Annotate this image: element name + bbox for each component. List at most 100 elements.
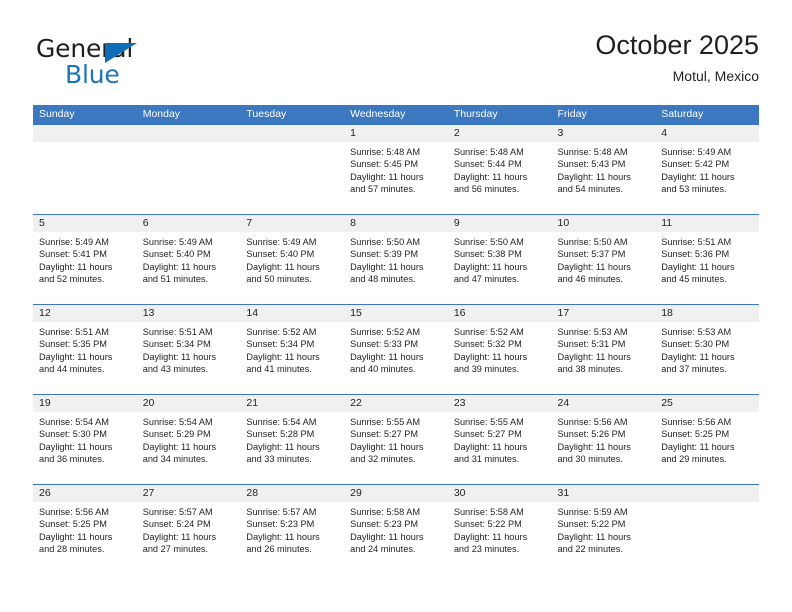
daylight-text-line1: Daylight: 11 hours — [350, 261, 424, 272]
day-details: Sunrise: 5:50 AM Sunset: 5:39 PM Daylight:… — [344, 232, 448, 286]
day-cell-25[interactable]: 25 Sunrise: 5:56 AM Sunset: 5:25 PM Dayligh… — [655, 395, 759, 484]
daylight-text-line1: Daylight: 11 hours — [142, 261, 217, 272]
daylight-text-line2: and 48 minutes. — [350, 274, 416, 285]
day-cell-21[interactable]: 21 Sunrise: 5:54 AM Sunset: 5:28 PM Dayligh… — [240, 395, 345, 484]
sunset-text: Sunset: 5:27 PM — [350, 429, 419, 440]
title-block: October 2025 Motul, Mexico — [595, 28, 759, 87]
calendar-page: General Blue October 2025 Motul, Mexico … — [0, 0, 792, 612]
day-cell-30[interactable]: 30 Sunrise: 5:58 AM Sunset: 5:22 PM Dayligh… — [447, 485, 552, 574]
day-number: 23 — [447, 395, 552, 412]
day-cell-3[interactable]: 3 Sunrise: 5:48 AM Sunset: 5:43 PM Daylight… — [551, 125, 656, 214]
day-details: Sunrise: 5:49 AM Sunset: 5:40 PM Daylight:… — [240, 232, 344, 286]
sunset-text: Sunset: 5:44 PM — [453, 159, 522, 170]
calendar-week-row: 26 Sunrise: 5:56 AM Sunset: 5:25 PM Dayligh… — [33, 484, 759, 574]
sunset-text: Sunset: 5:35 PM — [39, 339, 107, 350]
daylight-text-line1: Daylight: 11 hours — [142, 351, 217, 362]
sunrise-text: Sunrise: 5:57 AM — [142, 507, 213, 517]
day-cell-29[interactable]: 29 Sunrise: 5:58 AM Sunset: 5:23 PM Dayligh… — [344, 485, 448, 574]
day-details: Sunrise: 5:56 AM Sunset: 5:26 PM Daylight:… — [552, 412, 656, 466]
weekday-header-saturday: Saturday — [661, 108, 704, 120]
day-cell-9[interactable]: 9 Sunrise: 5:50 AM Sunset: 5:38 PM Daylight… — [447, 215, 552, 304]
day-details: Sunrise: 5:49 AM Sunset: 5:41 PM Daylight:… — [33, 232, 137, 286]
daylight-text-line2: and 34 minutes. — [142, 454, 209, 465]
day-cell-6[interactable]: 6 Sunrise: 5:49 AM Sunset: 5:40 PM Daylight… — [136, 215, 241, 304]
sunset-text: Sunset: 5:29 PM — [142, 429, 211, 440]
day-cell-24[interactable]: 24 Sunrise: 5:56 AM Sunset: 5:26 PM Dayligh… — [551, 395, 656, 484]
day-cell-empty — [240, 125, 345, 214]
day-cell-31[interactable]: 31 Sunrise: 5:59 AM Sunset: 5:22 PM Dayligh… — [551, 485, 656, 574]
sunrise-text: Sunrise: 5:57 AM — [246, 507, 317, 517]
day-cell-17[interactable]: 17 Sunrise: 5:53 AM Sunset: 5:31 PM Dayligh… — [551, 305, 656, 394]
day-cell-16[interactable]: 16 Sunrise: 5:52 AM Sunset: 5:32 PM Dayligh… — [447, 305, 552, 394]
day-details: Sunrise: 5:56 AM Sunset: 5:25 PM Daylight:… — [655, 412, 759, 466]
sunset-text: Sunset: 5:33 PM — [350, 339, 419, 350]
day-cell-22[interactable]: 22 Sunrise: 5:55 AM Sunset: 5:27 PM Dayligh… — [344, 395, 448, 484]
day-number: 11 — [655, 215, 759, 232]
day-details: Sunrise: 5:54 AM Sunset: 5:29 PM Daylight:… — [137, 412, 241, 466]
day-cell-15[interactable]: 15 Sunrise: 5:52 AM Sunset: 5:33 PM Dayligh… — [344, 305, 448, 394]
daylight-text-line1: Daylight: 11 hours — [453, 441, 528, 452]
daylight-text-line1: Daylight: 11 hours — [453, 351, 528, 362]
day-details: Sunrise: 5:51 AM Sunset: 5:35 PM Daylight:… — [33, 322, 137, 376]
day-cell-28[interactable]: 28 Sunrise: 5:57 AM Sunset: 5:23 PM Dayligh… — [240, 485, 345, 574]
day-number: 18 — [655, 305, 759, 322]
day-details: Sunrise: 5:53 AM Sunset: 5:31 PM Daylight:… — [552, 322, 656, 376]
daylight-text-line2: and 53 minutes. — [661, 184, 727, 195]
day-cell-2[interactable]: 2 Sunrise: 5:48 AM Sunset: 5:44 PM Daylight… — [447, 125, 552, 214]
day-cell-4[interactable]: 4 Sunrise: 5:49 AM Sunset: 5:42 PM Daylight… — [655, 125, 759, 214]
day-number: 5 — [33, 215, 137, 232]
day-cell-5[interactable]: 5 Sunrise: 5:49 AM Sunset: 5:41 PM Daylight… — [33, 215, 137, 304]
day-cell-18[interactable]: 18 Sunrise: 5:53 AM Sunset: 5:30 PM Dayligh… — [655, 305, 759, 394]
day-cell-8[interactable]: 8 Sunrise: 5:50 AM Sunset: 5:39 PM Daylight… — [344, 215, 448, 304]
day-details: Sunrise: 5:50 AM Sunset: 5:37 PM Daylight:… — [552, 232, 656, 286]
daylight-text-line2: and 29 minutes. — [661, 454, 727, 465]
daylight-text-line1: Daylight: 11 hours — [350, 531, 424, 542]
day-cell-23[interactable]: 23 Sunrise: 5:55 AM Sunset: 5:27 PM Dayligh… — [447, 395, 552, 484]
day-number: 9 — [447, 215, 552, 232]
day-cell-26[interactable]: 26 Sunrise: 5:56 AM Sunset: 5:25 PM Dayligh… — [33, 485, 137, 574]
sunset-text: Sunset: 5:24 PM — [142, 519, 211, 530]
sunset-text: Sunset: 5:42 PM — [661, 159, 730, 170]
day-details: Sunrise: 5:57 AM Sunset: 5:24 PM Daylight:… — [137, 502, 241, 556]
sunset-text: Sunset: 5:22 PM — [453, 519, 522, 530]
daylight-text-line1: Daylight: 11 hours — [453, 171, 528, 182]
day-cell-7[interactable]: 7 Sunrise: 5:49 AM Sunset: 5:40 PM Daylight… — [240, 215, 345, 304]
day-cell-14[interactable]: 14 Sunrise: 5:52 AM Sunset: 5:34 PM Dayligh… — [240, 305, 345, 394]
sunset-text: Sunset: 5:30 PM — [39, 429, 107, 440]
day-cell-27[interactable]: 27 Sunrise: 5:57 AM Sunset: 5:24 PM Dayligh… — [136, 485, 241, 574]
daylight-text-line2: and 30 minutes. — [557, 454, 623, 465]
day-cell-20[interactable]: 20 Sunrise: 5:54 AM Sunset: 5:29 PM Dayligh… — [136, 395, 241, 484]
day-cell-10[interactable]: 10 Sunrise: 5:50 AM Sunset: 5:37 PM Dayligh… — [551, 215, 656, 304]
day-number: 6 — [136, 215, 241, 232]
sunrise-text: Sunrise: 5:51 AM — [142, 327, 213, 337]
day-cell-11[interactable]: 11 Sunrise: 5:51 AM Sunset: 5:36 PM Dayligh… — [655, 215, 759, 304]
day-details: Sunrise: 5:48 AM Sunset: 5:45 PM Daylight:… — [344, 142, 448, 196]
day-details: Sunrise: 5:48 AM Sunset: 5:43 PM Daylight:… — [552, 142, 656, 196]
sunrise-text: Sunrise: 5:48 AM — [350, 147, 421, 157]
day-details: Sunrise: 5:58 AM Sunset: 5:22 PM Daylight:… — [448, 502, 552, 556]
sunrise-text: Sunrise: 5:52 AM — [350, 327, 421, 337]
daylight-text-line2: and 56 minutes. — [453, 184, 520, 195]
daylight-text-line1: Daylight: 11 hours — [661, 351, 735, 362]
general-blue-logo[interactable]: General Blue — [36, 34, 266, 92]
day-details: Sunrise: 5:52 AM Sunset: 5:34 PM Daylight:… — [240, 322, 344, 376]
day-number: 2 — [447, 125, 552, 142]
day-cell-19[interactable]: 19 Sunrise: 5:54 AM Sunset: 5:30 PM Dayligh… — [33, 395, 137, 484]
sunrise-text: Sunrise: 5:59 AM — [557, 507, 628, 517]
day-details: Sunrise: 5:56 AM Sunset: 5:25 PM Daylight:… — [33, 502, 137, 556]
sunrise-text: Sunrise: 5:49 AM — [246, 237, 317, 247]
day-cell-13[interactable]: 13 Sunrise: 5:51 AM Sunset: 5:34 PM Dayligh… — [136, 305, 241, 394]
sunset-text: Sunset: 5:25 PM — [661, 429, 730, 440]
day-cell-12[interactable]: 12 Sunrise: 5:51 AM Sunset: 5:35 PM Dayligh… — [33, 305, 137, 394]
day-number: 26 — [33, 485, 137, 502]
sunrise-text: Sunrise: 5:48 AM — [557, 147, 628, 157]
sunrise-text: Sunrise: 5:56 AM — [557, 417, 628, 427]
daylight-text-line2: and 57 minutes. — [350, 184, 416, 195]
daylight-text-line2: and 37 minutes. — [661, 364, 727, 375]
weekday-header-friday: Friday — [557, 108, 587, 120]
sunset-text: Sunset: 5:40 PM — [246, 249, 315, 260]
sunset-text: Sunset: 5:43 PM — [557, 159, 626, 170]
daylight-text-line2: and 26 minutes. — [246, 544, 312, 555]
day-cell-1[interactable]: 1 Sunrise: 5:48 AM Sunset: 5:45 PM Daylight… — [344, 125, 448, 214]
day-number: 4 — [655, 125, 759, 142]
